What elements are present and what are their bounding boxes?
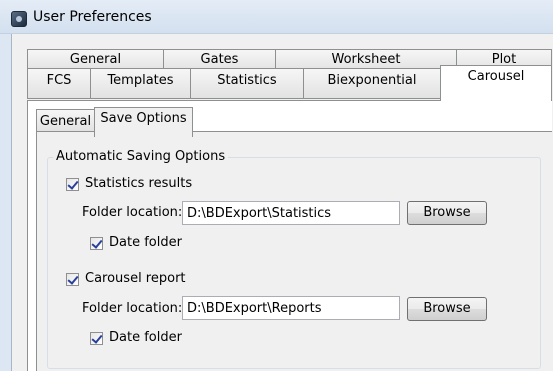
- carousel-report-checkbox[interactable]: [66, 273, 79, 286]
- tab-statistics[interactable]: Statistics: [190, 68, 304, 99]
- statistics-folder-label: Folder location:: [82, 205, 183, 220]
- carousel-folder-input[interactable]: [182, 296, 400, 320]
- group-title: Automatic Saving Options: [53, 149, 229, 164]
- app-icon: [11, 11, 27, 27]
- subtab-save-options[interactable]: Save Options: [94, 107, 193, 137]
- statistics-date-folder-checkbox[interactable]: [90, 237, 103, 250]
- carousel-browse-button[interactable]: Browse: [407, 297, 487, 321]
- carousel-folder-label: Folder location:: [82, 301, 183, 316]
- tab-templates[interactable]: Templates: [90, 68, 191, 99]
- tab-biexponential[interactable]: Biexponential: [303, 68, 441, 99]
- tab-carousel[interactable]: Carousel: [440, 65, 552, 101]
- carousel-report-label: Carousel report: [85, 271, 186, 286]
- statistics-date-folder-label: Date folder: [109, 235, 182, 250]
- window-title: User Preferences: [33, 9, 152, 25]
- subtab-general[interactable]: General: [36, 109, 95, 132]
- statistics-results-label: Statistics results: [85, 176, 193, 191]
- statistics-browse-button[interactable]: Browse: [407, 201, 487, 225]
- carousel-date-folder-checkbox[interactable]: [90, 332, 103, 345]
- tab-fcs[interactable]: FCS: [27, 68, 91, 99]
- statistics-folder-input[interactable]: [182, 201, 400, 225]
- statistics-results-checkbox[interactable]: [66, 178, 79, 191]
- carousel-date-folder-label: Date folder: [109, 330, 182, 345]
